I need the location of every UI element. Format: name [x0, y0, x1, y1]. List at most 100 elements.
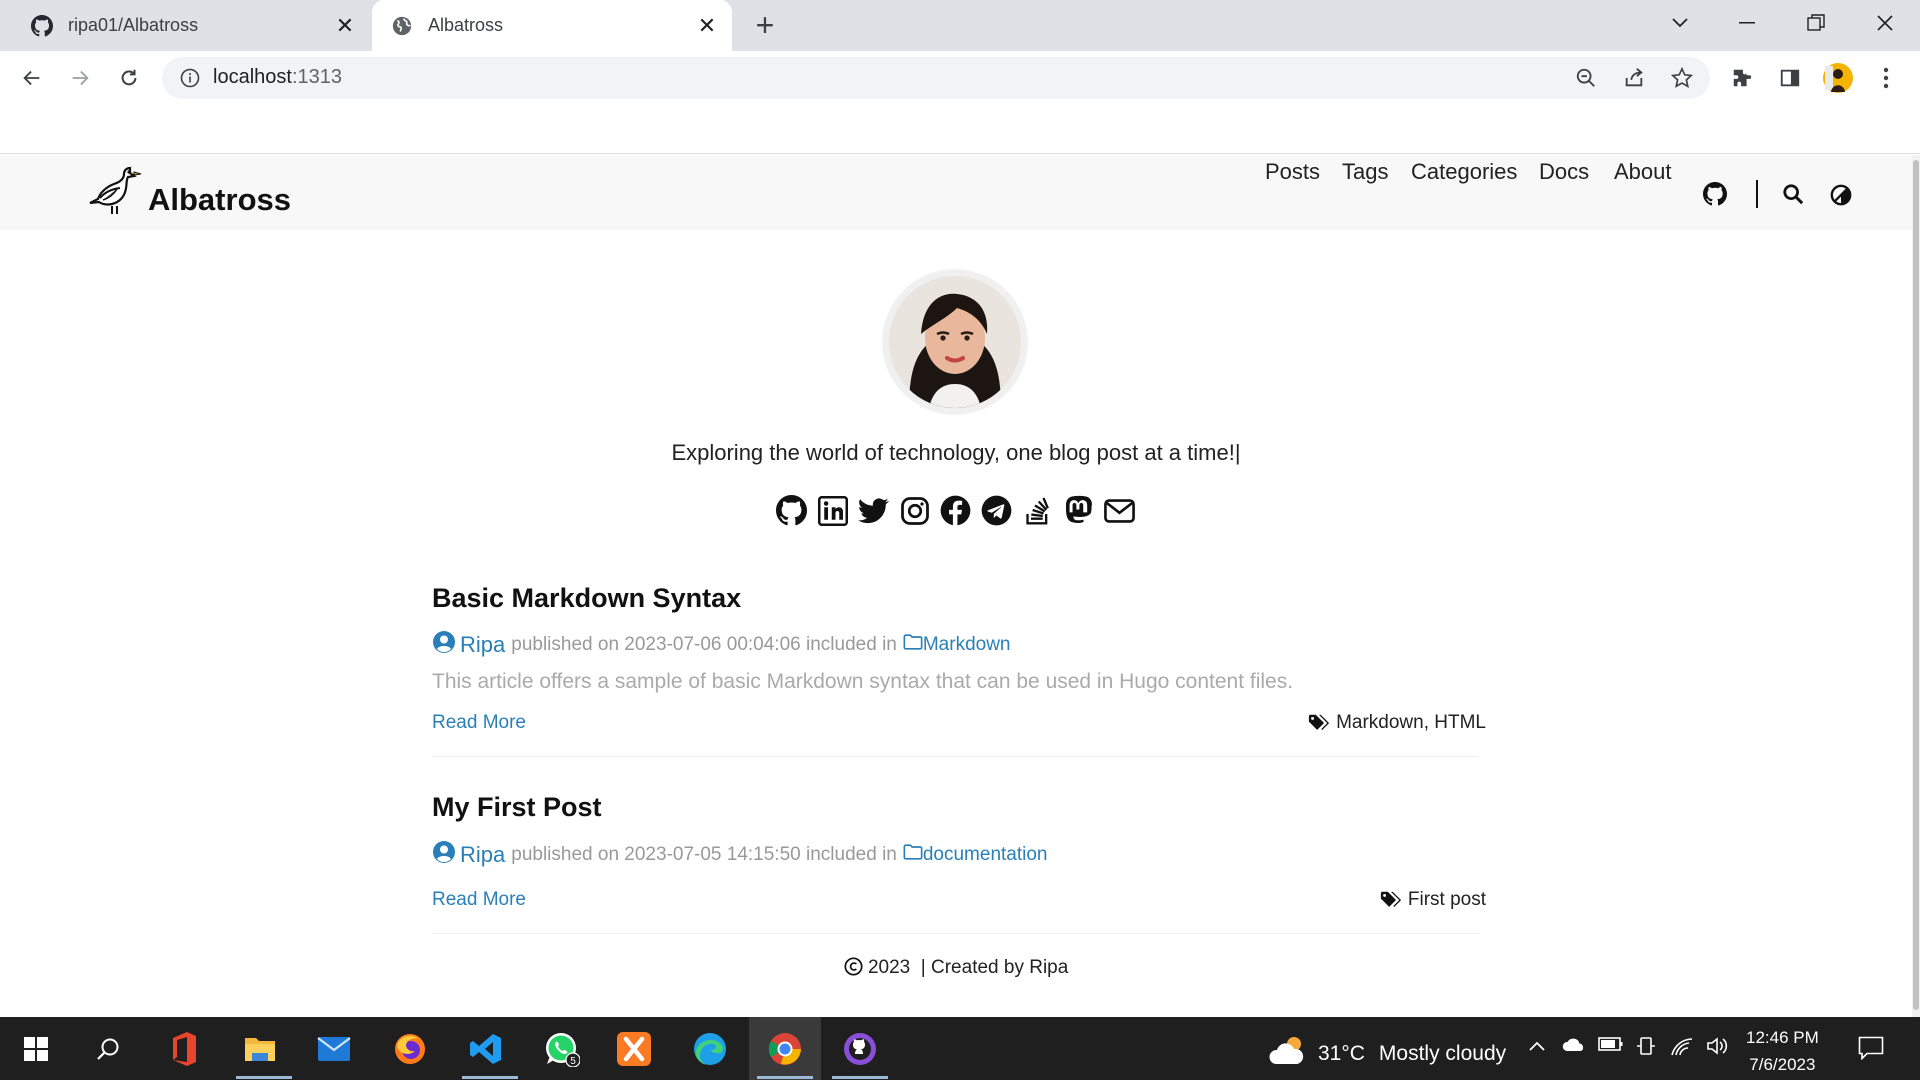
post-category: Markdown — [922, 634, 1011, 655]
back-button[interactable] — [12, 60, 52, 96]
chrome-icon[interactable] — [761, 1025, 809, 1073]
bookmark-star-icon[interactable] — [1662, 60, 1702, 96]
mail-icon[interactable] — [310, 1025, 358, 1073]
windows-start-icon[interactable] — [12, 1025, 60, 1073]
tab-search-chevron-icon[interactable] — [1655, 0, 1705, 45]
nav-docs[interactable]: Docs — [1539, 159, 1589, 185]
read-more-link[interactable]: Read More — [432, 712, 526, 734]
close-icon[interactable]: ✕ — [330, 11, 360, 41]
site-footer: 2023 | Created by Ripa — [0, 957, 1912, 979]
whatsapp-icon[interactable]: 5 — [538, 1025, 586, 1073]
post-tags-text[interactable]: First post — [1408, 889, 1486, 911]
post-author[interactable]: Ripa — [460, 632, 505, 658]
copyright-icon — [844, 957, 868, 978]
twitter-icon[interactable] — [858, 495, 889, 526]
post-summary: This article offers a sample of basic Ma… — [432, 670, 1294, 693]
onedrive-cloud-icon[interactable] — [1562, 1036, 1586, 1057]
notification-icon[interactable] — [1858, 1036, 1884, 1065]
taskbar-indicator — [757, 1076, 813, 1079]
weather-desc: Mostly cloudy — [1378, 1042, 1507, 1065]
tags-icon — [1308, 713, 1330, 733]
post-category-link[interactable]: documentation — [903, 843, 1048, 867]
albatross-logo-icon — [86, 162, 142, 223]
email-icon[interactable] — [1104, 495, 1135, 526]
address-url[interactable]: localhost:1313 — [213, 66, 342, 89]
weather-widget[interactable]: 31°C Mostly cloudy — [1268, 1034, 1506, 1074]
profile-avatar[interactable] — [1818, 60, 1858, 96]
firefox-icon[interactable] — [386, 1025, 434, 1073]
theme-toggle-icon[interactable] — [1830, 184, 1852, 211]
address-bar[interactable] — [162, 57, 1710, 99]
globe-icon — [390, 14, 414, 38]
extensions-icon[interactable] — [1722, 60, 1762, 96]
tab-title: ripa01/Albatross — [68, 15, 199, 35]
github-icon[interactable] — [1703, 182, 1727, 211]
weather-temp: 31°C — [1318, 1042, 1365, 1065]
github-desktop-icon[interactable] — [836, 1025, 884, 1073]
tab-title: Albatross — [428, 15, 504, 35]
site-info-icon[interactable] — [170, 60, 210, 96]
zoom-icon[interactable] — [1566, 60, 1606, 96]
post-title[interactable]: Basic Markdown Syntax — [432, 583, 741, 614]
close-icon[interactable]: ✕ — [692, 11, 722, 41]
nav-about[interactable]: About — [1614, 159, 1672, 185]
minimize-button[interactable] — [1722, 0, 1772, 45]
post-included-label: included in — [806, 844, 897, 865]
vscode-icon[interactable] — [462, 1025, 510, 1073]
post-category: documentation — [922, 844, 1048, 865]
nav-posts[interactable]: Posts — [1265, 159, 1320, 185]
post-title[interactable]: My First Post — [432, 792, 602, 823]
footer-year: 2023 — [867, 957, 911, 978]
windows-taskbar — [0, 1017, 1920, 1080]
new-tab-button[interactable]: + — [748, 7, 782, 43]
search-icon[interactable] — [1782, 183, 1804, 210]
close-window-button[interactable] — [1860, 0, 1910, 45]
social-links — [776, 495, 1135, 526]
chevron-up-icon[interactable] — [1528, 1036, 1546, 1057]
post-included-label: included in — [806, 634, 897, 655]
github-icon[interactable] — [776, 495, 807, 526]
nav-divider — [1756, 180, 1758, 208]
taskbar-indicator — [236, 1076, 292, 1079]
user-circle-icon — [432, 840, 456, 870]
search-icon[interactable] — [84, 1025, 132, 1073]
wifi-icon[interactable] — [1670, 1036, 1694, 1061]
device-icon[interactable] — [1636, 1036, 1656, 1063]
site-tagline: Exploring the world of technology, one b… — [671, 440, 1241, 465]
folder-icon — [903, 843, 923, 867]
post-tags-text[interactable]: Markdown, HTML — [1336, 712, 1486, 734]
share-icon[interactable] — [1614, 60, 1654, 96]
telegram-icon[interactable] — [981, 495, 1012, 526]
cloudy-weather-icon — [1268, 1034, 1308, 1074]
office-icon[interactable] — [160, 1025, 208, 1073]
restore-button[interactable] — [1791, 0, 1841, 45]
volume-icon[interactable] — [1706, 1036, 1730, 1061]
battery-icon[interactable] — [1598, 1036, 1624, 1057]
facebook-icon[interactable] — [940, 495, 971, 526]
forward-button[interactable] — [60, 60, 100, 96]
linkedin-icon[interactable] — [817, 495, 848, 526]
post-tags: First post — [1380, 889, 1486, 911]
post-category-link[interactable]: Markdown — [903, 633, 1011, 657]
file-explorer-icon[interactable] — [236, 1025, 284, 1073]
post-published-label: published on — [511, 844, 620, 865]
edge-icon[interactable] — [686, 1025, 734, 1073]
read-more-link[interactable]: Read More — [432, 889, 526, 911]
chrome-menu-icon[interactable] — [1866, 60, 1906, 96]
xampp-icon[interactable] — [610, 1025, 658, 1073]
site-brand[interactable]: Albatross — [86, 155, 291, 230]
taskbar-indicator — [832, 1076, 888, 1079]
side-panel-icon[interactable] — [1770, 60, 1810, 96]
instagram-icon[interactable] — [899, 495, 930, 526]
reload-button[interactable] — [109, 60, 149, 96]
taskbar-clock[interactable]: 12:46 PM 7/6/2023 — [1746, 1024, 1819, 1078]
nav-categories[interactable]: Categories — [1411, 159, 1517, 185]
nav-tags[interactable]: Tags — [1342, 159, 1388, 185]
mastodon-icon[interactable] — [1063, 495, 1094, 526]
footer-credit: | Created by Ripa — [920, 957, 1069, 978]
browser-tab-github[interactable]: ripa01/Albatross ✕ — [0, 0, 370, 51]
stackoverflow-icon[interactable] — [1022, 495, 1053, 526]
scrollbar-thumb[interactable] — [1913, 160, 1919, 1010]
post-author[interactable]: Ripa — [460, 842, 505, 868]
browser-tab-albatross[interactable]: Albatross ✕ — [372, 0, 732, 51]
